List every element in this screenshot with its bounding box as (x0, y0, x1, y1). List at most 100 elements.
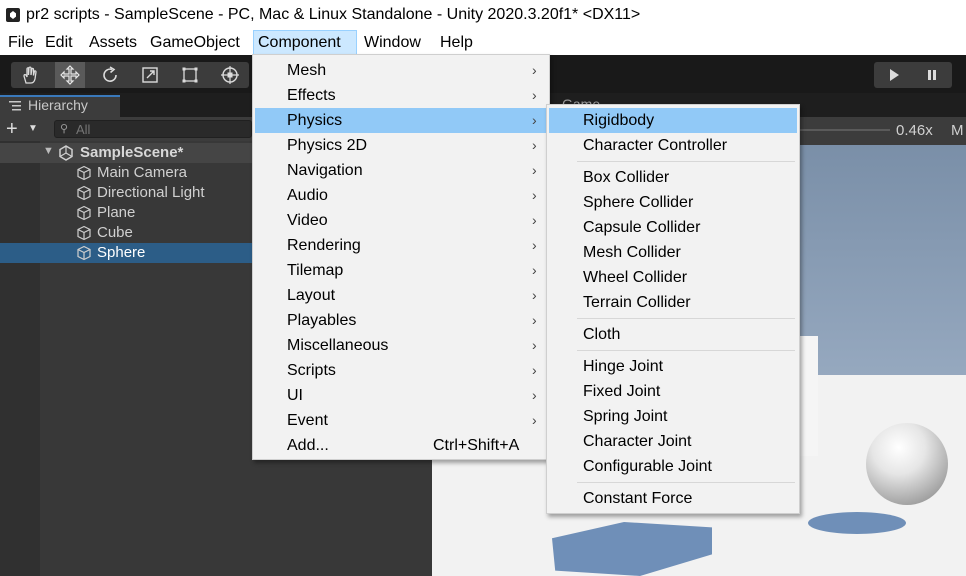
menu-gameobject[interactable]: GameObject (146, 30, 250, 55)
expand-arrow-icon[interactable]: ▼ (43, 145, 54, 157)
submenu-arrow-icon: › (532, 362, 537, 378)
submenu-arrow-icon: › (532, 337, 537, 353)
scale-tool-button[interactable] (135, 62, 165, 88)
physics-menu-item-configurable-joint[interactable]: Configurable Joint (549, 454, 797, 479)
menu-item-label: Hinge Joint (583, 358, 664, 375)
physics-menu-item-fixed-joint[interactable]: Fixed Joint (549, 379, 797, 404)
submenu-arrow-icon: › (532, 87, 537, 103)
add-object-button[interactable]: + (6, 117, 18, 141)
component-menu-item-add[interactable]: Add... Ctrl+Shift+A (255, 433, 547, 458)
menu-item-label: Configurable Joint (583, 458, 712, 475)
gameobject-cube-icon (77, 185, 91, 201)
hierarchy-item-sphere[interactable]: Sphere (0, 243, 255, 263)
menu-item-label: Event (287, 412, 328, 429)
component-menu-item-audio[interactable]: Audio › (255, 183, 547, 208)
menu-item-label: Capsule Collider (583, 219, 701, 236)
submenu-arrow-icon: › (532, 262, 537, 278)
component-menu-item-layout[interactable]: Layout › (255, 283, 547, 308)
physics-menu-item-cloth[interactable]: Cloth (549, 322, 797, 347)
aspect-menu[interactable]: M (951, 122, 964, 139)
submenu-arrow-icon: › (532, 212, 537, 228)
component-menu-item-mesh[interactable]: Mesh › (255, 58, 547, 83)
menu-assets[interactable]: Assets (85, 30, 143, 55)
menu-item-label: Playables (287, 312, 357, 329)
component-menu-item-physics[interactable]: Physics › (255, 108, 547, 133)
hierarchy-item-label: Main Camera (97, 164, 188, 181)
physics-menu-item-constant-force[interactable]: Constant Force (549, 486, 797, 511)
pause-icon (928, 70, 936, 80)
play-button[interactable] (876, 62, 912, 88)
scale-slider[interactable] (790, 129, 890, 131)
physics-menu-item-wheel-collider[interactable]: Wheel Collider (549, 265, 797, 290)
menu-separator (577, 161, 795, 162)
physics-menu-item-character-controller[interactable]: Character Controller (549, 133, 797, 158)
hand-tool-button[interactable] (15, 62, 45, 88)
physics-menu-item-rigidbody[interactable]: Rigidbody (549, 108, 797, 133)
physics-menu-item-spring-joint[interactable]: Spring Joint (549, 404, 797, 429)
sphere-shadow (808, 512, 906, 534)
physics-menu-item-box-collider[interactable]: Box Collider (549, 165, 797, 190)
hierarchy-item-label: Directional Light (97, 184, 205, 201)
transform-tool-icon (221, 66, 239, 84)
physics-menu-item-sphere-collider[interactable]: Sphere Collider (549, 190, 797, 215)
hierarchy-item-label: Cube (97, 224, 133, 241)
hand-tool-icon (23, 66, 37, 84)
component-menu-item-navigation[interactable]: Navigation › (255, 158, 547, 183)
physics-menu-item-mesh-collider[interactable]: Mesh Collider (549, 240, 797, 265)
submenu-arrow-icon: › (532, 237, 537, 253)
playback-controls (874, 62, 952, 88)
component-menu-item-video[interactable]: Video › (255, 208, 547, 233)
component-menu-item-tilemap[interactable]: Tilemap › (255, 258, 547, 283)
component-menu-item-ui[interactable]: UI › (255, 383, 547, 408)
menu-item-label: Fixed Joint (583, 383, 661, 400)
hierarchy-search-input[interactable] (76, 121, 246, 137)
physics-menu-item-character-joint[interactable]: Character Joint (549, 429, 797, 454)
transform-tool-button[interactable] (215, 62, 245, 88)
menu-item-shortcut: Ctrl+Shift+A (433, 437, 520, 454)
physics-menu-item-hinge-joint[interactable]: Hinge Joint (549, 354, 797, 379)
physics-menu-item-terrain-collider[interactable]: Terrain Collider (549, 290, 797, 315)
menu-item-label: Rigidbody (583, 112, 655, 129)
component-menu-item-playables[interactable]: Playables › (255, 308, 547, 333)
play-icon (890, 69, 899, 81)
menu-item-label: Terrain Collider (583, 294, 691, 311)
menu-separator (577, 482, 795, 483)
component-menu-item-physics-2d[interactable]: Physics 2D › (255, 133, 547, 158)
menu-item-label: Tilemap (287, 262, 344, 279)
submenu-arrow-icon: › (532, 287, 537, 303)
menu-item-label: Character Controller (583, 137, 728, 154)
hierarchy-item-directional-light[interactable]: Directional Light (0, 183, 255, 203)
menu-file[interactable]: File (4, 30, 38, 55)
hierarchy-item-plane[interactable]: Plane (0, 203, 255, 223)
menu-item-label: Miscellaneous (287, 337, 389, 354)
component-menu-item-rendering[interactable]: Rendering › (255, 233, 547, 258)
component-menu-item-effects[interactable]: Effects › (255, 83, 547, 108)
move-tool-button[interactable] (55, 62, 85, 88)
menu-component[interactable]: Component (253, 30, 357, 55)
rotate-tool-button[interactable] (95, 62, 125, 88)
submenu-arrow-icon: › (532, 137, 537, 153)
hierarchy-item-cube[interactable]: Cube (0, 223, 255, 243)
search-icon: ⚲ (60, 123, 69, 135)
component-menu-item-miscellaneous[interactable]: Miscellaneous › (255, 333, 547, 358)
menu-item-label: Layout (287, 287, 336, 304)
rotate-tool-icon (103, 66, 117, 82)
menu-item-label: Scripts (287, 362, 336, 379)
component-menu-item-scripts[interactable]: Scripts › (255, 358, 547, 383)
menu-bar: File Edit Assets GameObject Component Window H… (0, 30, 966, 55)
menu-edit[interactable]: Edit (41, 30, 82, 55)
unity-scene-icon (59, 145, 73, 161)
menu-window[interactable]: Window (360, 30, 432, 55)
menu-item-label: Rendering (287, 237, 361, 254)
physics-submenu: Rigidbody Character Controller Box Collide… (546, 104, 800, 514)
rect-tool-icon (182, 67, 198, 83)
component-menu: Mesh › Effects › Physics › Physics 2D › Navigati… (252, 54, 550, 460)
caret-down-icon[interactable]: ▼ (28, 123, 38, 134)
menu-item-label: Sphere Collider (583, 194, 694, 211)
menu-help[interactable]: Help (436, 30, 479, 55)
hierarchy-item-main-camera[interactable]: Main Camera (0, 163, 255, 183)
rect-tool-button[interactable] (175, 62, 205, 88)
component-menu-item-event[interactable]: Event › (255, 408, 547, 433)
physics-menu-item-capsule-collider[interactable]: Capsule Collider (549, 215, 797, 240)
pause-button[interactable] (914, 62, 950, 88)
